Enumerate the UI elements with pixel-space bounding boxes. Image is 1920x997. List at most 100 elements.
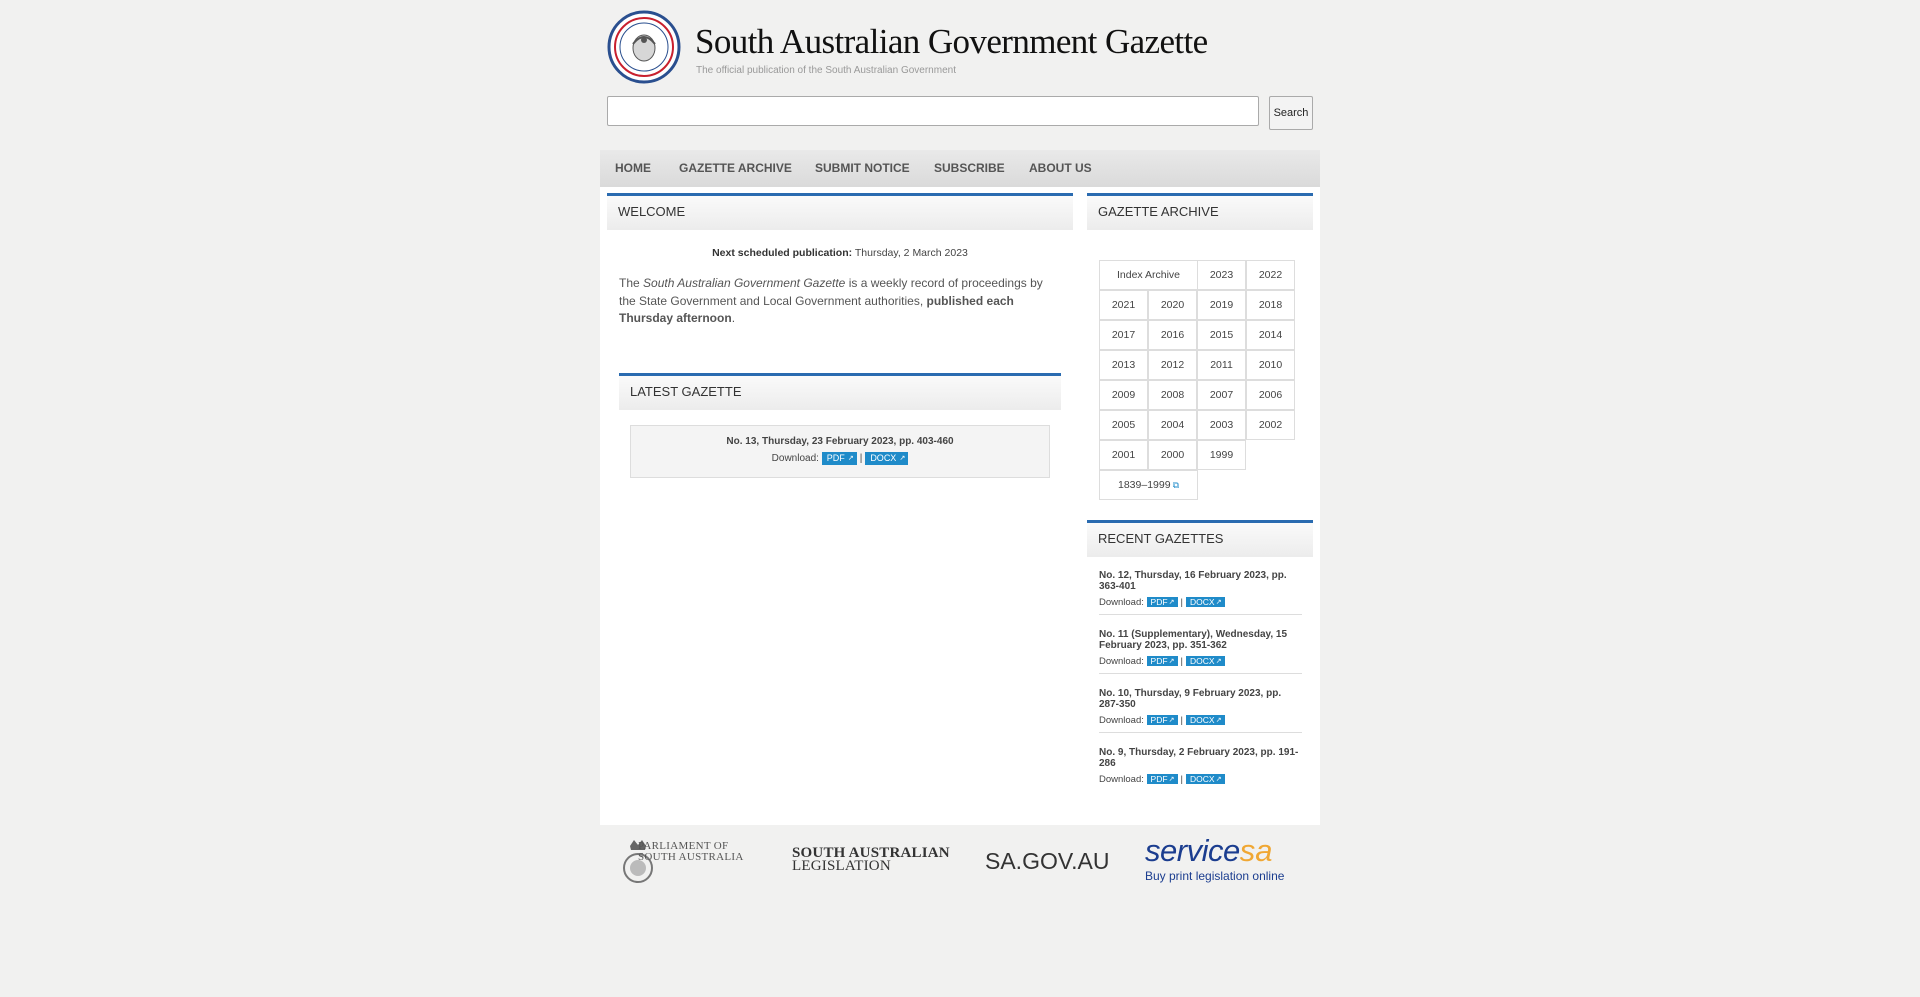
next-publication-label: Next scheduled publication: — [712, 247, 853, 259]
page: South Australian Government Gazette The … — [600, 0, 1320, 883]
search-bar: Search — [607, 96, 1319, 130]
gazette-archive-heading: GAZETTE ARCHIVE — [1087, 193, 1313, 230]
nav-home[interactable]: HOME — [615, 161, 651, 175]
site-header: South Australian Government Gazette The … — [600, 0, 1320, 130]
external-link-icon: ↗ — [847, 455, 854, 462]
nav-gazette-archive[interactable]: GAZETTE ARCHIVE — [679, 161, 792, 175]
separator: | — [1180, 715, 1183, 726]
year-link[interactable]: 1999 — [1197, 440, 1246, 470]
download-row: Download: PDF ↗ | DOCX ↗ — [1099, 597, 1302, 608]
year-link[interactable]: 2002 — [1246, 410, 1295, 440]
nav-subscribe[interactable]: SUBSCRIBE — [934, 161, 1005, 175]
latest-gazette-title[interactable]: No. 13, Thursday, 23 February 2023, pp. … — [631, 436, 1049, 447]
docx-download-button[interactable]: DOCX ↗ — [1186, 774, 1225, 785]
intro-part: The — [619, 276, 644, 290]
recent-gazette-item: No. 11 (Supplementary), Wednesday, 15 Fe… — [1099, 629, 1302, 674]
year-link[interactable]: 2016 — [1148, 320, 1197, 350]
year-link[interactable]: 2004 — [1148, 410, 1197, 440]
pdf-label: PDF — [1150, 597, 1168, 608]
latest-gazette-heading: LATEST GAZETTE — [619, 373, 1061, 410]
year-link[interactable]: 2022 — [1246, 260, 1295, 290]
external-link-icon: ↗ — [1215, 658, 1222, 666]
recent-gazette-title[interactable]: No. 12, Thursday, 16 February 2023, pp. … — [1099, 570, 1302, 592]
welcome-heading: WELCOME — [607, 193, 1073, 230]
external-link-icon: ↗ — [1215, 599, 1222, 607]
pdf-label: PDF — [1150, 774, 1168, 785]
historic-archive-link[interactable]: 1839–1999 ⧉ — [1099, 470, 1198, 500]
sa-legislation-link[interactable]: SOUTH AUSTRALIAN LEGISLATION — [792, 846, 950, 874]
year-link[interactable]: 2023 — [1197, 260, 1246, 290]
docx-download-button[interactable]: DOCX ↗ — [865, 452, 909, 465]
year-link[interactable]: 2003 — [1197, 410, 1246, 440]
year-link[interactable]: 2018 — [1246, 290, 1295, 320]
index-archive-link[interactable]: Index Archive — [1099, 260, 1198, 290]
external-link-icon: ↗ — [899, 455, 906, 462]
service-sa-link[interactable]: servicesa Buy print legislation online — [1145, 833, 1284, 883]
recent-gazette-title[interactable]: No. 11 (Supplementary), Wednesday, 15 Fe… — [1099, 629, 1302, 651]
download-label: Download: — [771, 453, 819, 465]
pdf-download-button[interactable]: PDF ↗ — [1146, 656, 1178, 667]
year-link[interactable]: 2008 — [1148, 380, 1197, 410]
year-link[interactable]: 2017 — [1099, 320, 1148, 350]
download-row: Download: PDF ↗ | DOCX ↗ — [1099, 715, 1302, 726]
year-link[interactable]: 2014 — [1246, 320, 1295, 350]
sagov-link[interactable]: SA.GOV.AU — [985, 848, 1109, 875]
year-link[interactable]: 2012 — [1148, 350, 1197, 380]
parliament-line: SOUTH AUSTRALIA — [638, 851, 744, 863]
year-link[interactable]: 2021 — [1099, 290, 1148, 320]
search-input[interactable] — [607, 96, 1259, 126]
download-label: Download: — [1099, 774, 1144, 785]
year-link[interactable]: 2007 — [1197, 380, 1246, 410]
recent-gazettes-heading: RECENT GAZETTES — [1087, 520, 1313, 557]
nav-about-us[interactable]: ABOUT US — [1029, 161, 1092, 175]
year-link[interactable]: 2010 — [1246, 350, 1295, 380]
site-tagline: The official publication of the South Au… — [696, 65, 956, 76]
intro-part: . — [731, 311, 736, 325]
year-link[interactable]: 2005 — [1099, 410, 1148, 440]
separator: | — [1180, 774, 1183, 785]
download-label: Download: — [1099, 715, 1144, 726]
pdf-download-button[interactable]: PDF ↗ — [821, 452, 857, 465]
download-row: Download: PDF ↗ | DOCX ↗ — [631, 452, 1049, 465]
year-link[interactable]: 2000 — [1148, 440, 1197, 470]
footer: PARLIAMENT OF SOUTH AUSTRALIA SOUTH AUSTR… — [600, 825, 1320, 900]
year-link[interactable]: 2011 — [1197, 350, 1246, 380]
latest-gazette-box: No. 13, Thursday, 23 February 2023, pp. … — [630, 425, 1050, 478]
intro-gazette-name: South Australian Government Gazette — [643, 276, 846, 290]
main-nav: HOME GAZETTE ARCHIVE SUBMIT NOTICE SUBSC… — [600, 150, 1320, 187]
site-title[interactable]: South Australian Government Gazette — [695, 22, 1208, 62]
search-button[interactable]: Search — [1269, 96, 1313, 130]
nav-submit-notice[interactable]: SUBMIT NOTICE — [815, 161, 910, 175]
year-link[interactable]: 2001 — [1099, 440, 1148, 470]
recent-gazette-item: No. 9, Thursday, 2 February 2023, pp. 19… — [1099, 747, 1302, 791]
year-link[interactable]: 2020 — [1148, 290, 1197, 320]
external-link-icon: ↗ — [1215, 776, 1222, 784]
docx-label: DOCX — [1190, 597, 1215, 608]
docx-download-button[interactable]: DOCX ↗ — [1186, 656, 1225, 667]
docx-label: DOCX — [870, 453, 897, 463]
service-sa-tagline: Buy print legislation online — [1145, 869, 1285, 883]
year-link[interactable]: 2013 — [1099, 350, 1148, 380]
docx-download-button[interactable]: DOCX ↗ — [1186, 597, 1225, 608]
pdf-download-button[interactable]: PDF ↗ — [1146, 715, 1178, 726]
sa-crest-logo[interactable] — [607, 10, 681, 84]
parliament-logo-text: PARLIAMENT OF SOUTH AUSTRALIA — [638, 841, 744, 863]
pdf-download-button[interactable]: PDF ↗ — [1146, 597, 1178, 608]
legislation-line: LEGISLATION — [792, 858, 891, 874]
docx-download-button[interactable]: DOCX ↗ — [1186, 715, 1225, 726]
recent-gazette-item: No. 12, Thursday, 16 February 2023, pp. … — [1099, 570, 1302, 615]
year-link[interactable]: 2009 — [1099, 380, 1148, 410]
year-link[interactable]: 2006 — [1246, 380, 1295, 410]
pdf-label: PDF — [1150, 656, 1168, 667]
external-link-icon: ↗ — [1215, 717, 1222, 725]
external-link-icon: ↗ — [1168, 717, 1175, 725]
external-link-icon: ↗ — [1168, 658, 1175, 666]
year-link[interactable]: 2015 — [1197, 320, 1246, 350]
year-link[interactable]: 2019 — [1197, 290, 1246, 320]
intro-text: The South Australian Government Gazette … — [619, 275, 1059, 328]
download-label: Download: — [1099, 597, 1144, 608]
docx-label: DOCX — [1190, 715, 1215, 726]
pdf-download-button[interactable]: PDF ↗ — [1146, 774, 1178, 785]
recent-gazette-title[interactable]: No. 9, Thursday, 2 February 2023, pp. 19… — [1099, 747, 1302, 769]
recent-gazette-title[interactable]: No. 10, Thursday, 9 February 2023, pp. 2… — [1099, 688, 1302, 710]
